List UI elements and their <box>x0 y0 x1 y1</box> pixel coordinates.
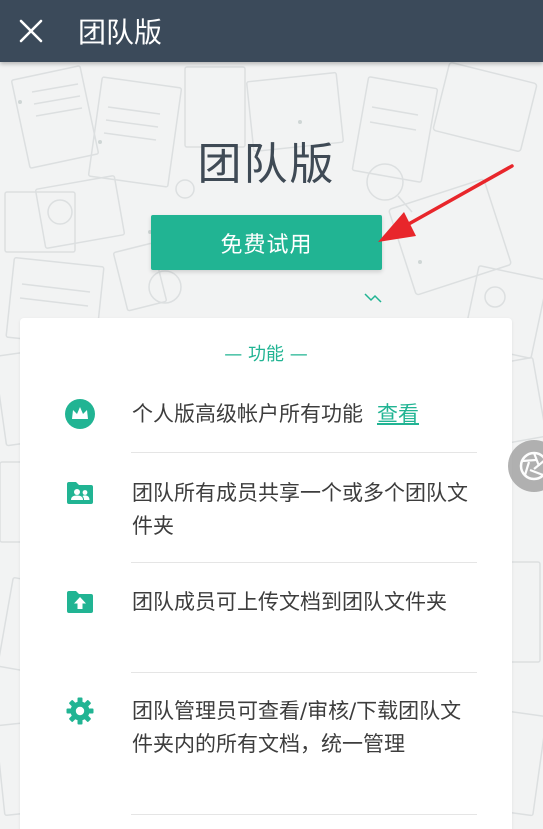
features-card: — 功能 — 个人版高级帐户所有功能查看 团队所有成员共享一个或多个团队文件夹 <box>20 318 512 829</box>
close-button[interactable] <box>0 0 62 62</box>
divider <box>131 452 477 453</box>
divider <box>131 814 477 815</box>
red-arrow-annotation <box>378 164 514 242</box>
feature-item: 个人版高级帐户所有功能 查看 <box>64 398 476 431</box>
gear-icon <box>64 695 96 727</box>
feature-text: 个人版高级帐户所有功能 查看 <box>132 402 419 426</box>
top-app-bar: 团队版 <box>0 0 543 62</box>
feature-item: 团队管理员可查看/审核/下载团队文件夹内的所有文档，统一管理 <box>64 695 476 761</box>
feature-item: 团队成员可上传文档到团队文件夹 <box>64 586 476 619</box>
crown-icon <box>64 398 96 430</box>
view-link[interactable]: 查看 <box>377 402 419 426</box>
page-title: 团队版 <box>78 16 163 49</box>
feature-text: 团队所有成员共享一个或多个团队文件夹 <box>132 481 468 538</box>
feature-text: 团队成员可上传文档到团队文件夹 <box>132 590 447 614</box>
divider <box>131 562 477 563</box>
upload-folder-icon <box>64 586 96 618</box>
free-trial-button[interactable]: 免费试用 <box>151 215 382 270</box>
divider <box>131 672 477 673</box>
feature-item: 团队所有成员共享一个或多个团队文件夹 <box>64 477 476 543</box>
aperture-icon <box>519 451 543 481</box>
feature-text: 团队管理员可查看/审核/下载团队文件夹内的所有文档，统一管理 <box>132 699 462 756</box>
section-title: — 功能 — <box>224 344 308 365</box>
close-icon <box>19 19 43 43</box>
shared-folder-icon <box>64 477 96 509</box>
